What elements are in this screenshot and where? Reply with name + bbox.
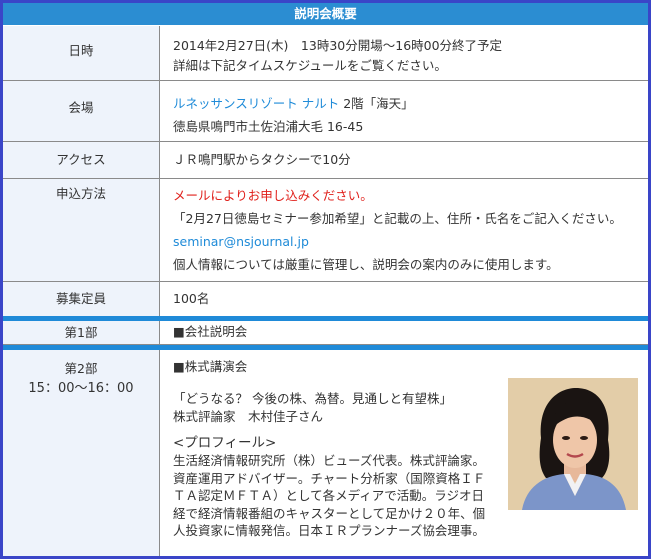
row-capacity: 募集定員 100名 — [3, 282, 648, 317]
speaker-portrait-photo — [508, 378, 638, 510]
label-apply: 申込方法 — [3, 179, 160, 281]
venue-link[interactable]: ルネッサンスリゾート ナルト — [173, 96, 339, 111]
part2-heading: ■株式講演会 — [173, 359, 248, 374]
part2-time: 15：00～16：00 — [28, 381, 134, 396]
row-apply: 申込方法 メールによりお申し込みください。 「2月27日徳島セミナー参加希望」と… — [3, 179, 648, 282]
datetime-line2: 詳細は下記タイムスケジュールをご覧ください。 — [173, 58, 447, 73]
row-access: アクセス ＪＲ鳴門駅からタクシーで10分 — [3, 142, 648, 179]
apply-line1: メールによりお申し込みください。 — [173, 188, 373, 203]
value-apply: メールによりお申し込みください。 「2月27日徳島セミナー参加希望」と記載の上、… — [173, 184, 640, 276]
profile-line: 資産運用アドバイザー。チャート分析家（国際資格ＩＦ — [173, 470, 486, 486]
label-datetime: 日時 — [3, 26, 160, 80]
overview-header: 説明会概要 — [3, 3, 648, 25]
row-datetime: 日時 2014年2月27日(木) 13時30分開場～16時00分終了予定 詳細は… — [3, 26, 648, 81]
lecture-title: 「どうなる？ 今後の株、為替。見通しと有望株」 — [173, 391, 452, 406]
value-access: ＪＲ鳴門駅からタクシーで10分 — [173, 152, 351, 167]
label-part2: 第2部 — [64, 361, 98, 376]
profile-heading: <プロフィール> — [173, 435, 277, 451]
label-access: アクセス — [3, 142, 160, 178]
label-venue: 会場 — [3, 81, 160, 141]
value-venue: ルネッサンスリゾート ナルト 2階「海天」 徳島県鳴門市土佐泊浦大毛 16-45 — [173, 92, 640, 138]
profile-line: 生活経済情報研究所（株）ビューズ代表。株式評論家。 — [173, 453, 485, 468]
label-capacity: 募集定員 — [3, 282, 160, 316]
value-capacity: 100名 — [173, 291, 210, 306]
lecture-speaker: 株式評論家 木村佳子さん — [173, 409, 324, 424]
profile-line: 人投資家に情報発信。日本ＩＲプランナーズ協会理事。 — [173, 523, 485, 538]
apply-line2: 「2月27日徳島セミナー参加希望」と記載の上、住所・氏名をご記入ください。 — [173, 211, 622, 226]
profile-line: ＴＡ認定ＭＦＴＡ）として各メディアで活動。ラジオ日 — [173, 488, 485, 503]
portrait-icon — [508, 378, 638, 510]
label-part2-cell: 第2部 15：00～16：00 — [3, 350, 160, 556]
value-part2: ■株式講演会 「どうなる？ 今後の株、為替。見通しと有望株」 株式評論家 木村佳… — [173, 358, 498, 540]
seminar-overview-frame: 説明会概要 日時 2014年2月27日(木) 13時30分開場～16時00分終了… — [0, 0, 651, 559]
apply-email-link[interactable]: seminar@nsjournal.jp — [173, 230, 640, 253]
label-part1: 第1部 — [3, 321, 160, 344]
value-datetime: 2014年2月27日(木) 13時30分開場～16時00分終了予定 詳細は下記タ… — [173, 36, 640, 76]
venue-room: 2階「海天」 — [339, 96, 414, 111]
row-part1: 第1部 ■会社説明会 — [3, 321, 648, 345]
value-part1: ■会社説明会 — [173, 324, 248, 339]
row-venue: 会場 ルネッサンスリゾート ナルト 2階「海天」 徳島県鳴門市土佐泊浦大毛 16… — [3, 81, 648, 142]
apply-line4: 個人情報については厳重に管理し、説明会の案内のみに使用します。 — [173, 257, 559, 272]
venue-address: 徳島県鳴門市土佐泊浦大毛 16-45 — [173, 119, 364, 134]
datetime-line1: 2014年2月27日(木) 13時30分開場～16時00分終了予定 — [173, 38, 503, 53]
profile-line: 経で経済情報番組のキャスターとして足かけ２０年、個 — [173, 505, 486, 521]
